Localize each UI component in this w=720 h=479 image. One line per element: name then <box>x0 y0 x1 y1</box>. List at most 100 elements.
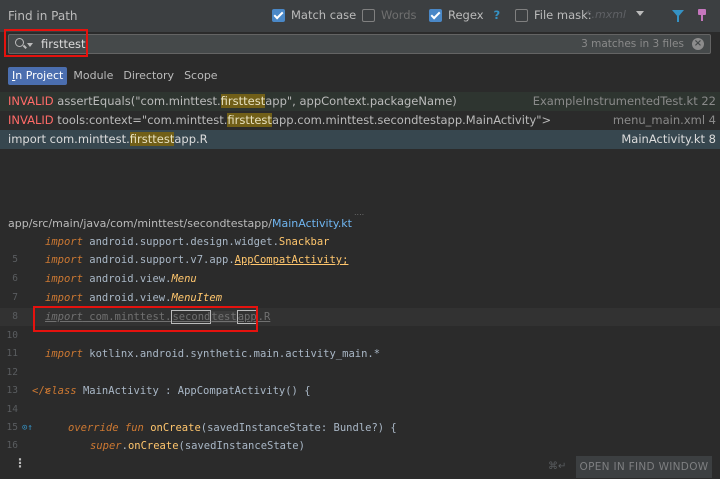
code-text: android.view. <box>82 292 172 304</box>
line-number: 13 <box>6 385 18 396</box>
words-option[interactable]: Words <box>362 8 417 22</box>
tab-scope-label: Scope <box>184 69 218 82</box>
dialog-header: Find in Path Match case Words Regex ? Fi… <box>0 0 720 32</box>
words-label: Words <box>381 8 417 22</box>
code-text: android.support.design.widget. <box>82 236 279 248</box>
keyword: import <box>45 254 83 266</box>
line-number: 10 <box>6 330 18 341</box>
results-list: INVALID assertEquals("com.minttest.first… <box>0 92 720 210</box>
keyword: class <box>45 385 77 397</box>
preview-path-bar: app/src/main/java/com/minttest/secondtes… <box>0 214 720 232</box>
regex-help-icon[interactable]: ? <box>494 8 501 22</box>
words-checkbox[interactable] <box>362 8 375 22</box>
code-class: Menu <box>171 273 197 285</box>
tab-in-project-label: n Project <box>15 69 64 82</box>
line-number: 5 <box>12 254 18 265</box>
result-text-after: app.R <box>174 132 208 146</box>
code-preview[interactable]: import android.support.design.widget.Sna… <box>0 232 720 456</box>
annotation-box-import <box>33 306 258 332</box>
keyword: super <box>90 440 122 452</box>
code-text: kotlinx.android.synthetic.main.activity_… <box>82 348 381 360</box>
open-in-find-window-button[interactable]: OPEN IN FIND WINDOW <box>576 456 712 478</box>
line-number: 7 <box>12 292 18 303</box>
line-number: 11 <box>6 348 18 359</box>
bottom-bar: ⋮ ⌘↵ OPEN IN FIND WINDOW <box>0 456 720 479</box>
code-function: onCreate <box>127 440 179 452</box>
result-row[interactable]: INVALID tools:context="com.minttest.firs… <box>0 111 720 130</box>
match-case-checkbox[interactable] <box>272 8 285 22</box>
code-class: Bundle <box>333 422 372 434</box>
result-file: MainActivity.kt 8 <box>621 132 716 146</box>
preview-file-name: MainActivity.kt <box>271 217 352 230</box>
code-line: 13 </> class MainActivity : AppCompatAct… <box>0 382 720 400</box>
dialog-title: Find in Path <box>8 9 78 23</box>
code-line: 16 super.onCreate(savedInstanceState) <box>0 437 720 455</box>
code-text: : <box>158 385 178 397</box>
code-class: Snackbar <box>278 236 330 248</box>
preview-path: app/src/main/java/com/minttest/secondtes… <box>8 217 272 230</box>
tab-directory-label: Directory <box>123 69 175 82</box>
filter-icon[interactable] <box>672 10 684 22</box>
regex-option[interactable]: Regex ? <box>429 8 500 22</box>
tab-scope[interactable]: Scope <box>180 67 222 85</box>
invalid-marker: INVALID <box>8 113 54 127</box>
override-gutter-icon[interactable]: ⊙↑ <box>22 419 33 437</box>
keyword: import <box>45 236 83 248</box>
code-class: AppCompatActivity <box>177 385 286 397</box>
file-mask-checkbox[interactable] <box>515 8 528 22</box>
code-class: MainActivity <box>82 385 159 397</box>
file-mask-dropdown-icon[interactable] <box>636 11 644 16</box>
pin-icon[interactable] <box>698 9 706 21</box>
result-match: firsttest <box>129 132 175 146</box>
result-match: firsttest <box>220 94 266 108</box>
code-class: MenuItem <box>171 292 223 304</box>
code-text: () { <box>285 385 311 397</box>
clear-search-icon[interactable]: × <box>692 38 704 50</box>
code-text: (savedInstanceState) <box>178 440 305 452</box>
line-number: 12 <box>6 367 18 378</box>
shortcut-hint: ⌘↵ <box>548 461 567 472</box>
code-class: AppCompatActivity; <box>234 254 349 266</box>
line-number: 14 <box>6 404 18 415</box>
regex-label: Regex <box>448 8 484 22</box>
tab-module-label: Module <box>73 69 114 82</box>
code-text: ?) { <box>371 422 397 434</box>
line-number: 16 <box>6 440 18 451</box>
tab-directory[interactable]: Directory <box>119 67 178 85</box>
code-line: 15 ⊙↑ override fun onCreate(savedInstanc… <box>0 419 720 437</box>
code-line: import android.support.design.widget.Sna… <box>0 233 720 251</box>
invalid-marker: INVALID <box>8 94 54 108</box>
file-mask-option[interactable]: File mask: <box>515 8 592 22</box>
match-case-option[interactable]: Match case <box>272 8 356 22</box>
search-field[interactable]: 3 matches in 3 files × <box>8 34 711 54</box>
keyword: import <box>45 292 83 304</box>
code-line: 6 import android.view.Menu <box>0 270 720 288</box>
regex-checkbox[interactable] <box>429 8 442 22</box>
file-mask-input[interactable]: *.mxml <box>586 8 636 21</box>
result-match: firsttest <box>227 113 272 127</box>
result-row-selected[interactable]: import com.minttest.firsttestapp.R MainA… <box>0 130 720 149</box>
match-case-label: Match case <box>291 8 357 22</box>
result-file: ExampleInstrumentedTest.kt 22 <box>532 94 716 108</box>
scope-tabs: In Project Module Directory Scope <box>8 67 222 85</box>
result-text-after: app.com.minttest.secondtestapp.MainActiv… <box>271 113 552 127</box>
code-line: 12 <box>0 364 720 382</box>
keyword: import <box>45 273 83 285</box>
code-text: android.view. <box>82 273 172 285</box>
more-options-icon[interactable]: ⋮ <box>14 457 26 469</box>
annotation-box-search <box>4 29 88 57</box>
result-file: menu_main.xml 4 <box>612 113 716 127</box>
result-row[interactable]: INVALID assertEquals("com.minttest.first… <box>0 92 720 111</box>
result-text-before: assertEquals("com.minttest. <box>53 94 221 108</box>
tab-module[interactable]: Module <box>69 67 117 85</box>
code-text: android.support.v7.app. <box>82 254 235 266</box>
line-number: 15 <box>6 422 18 433</box>
code-text: (savedInstanceState: <box>200 422 334 434</box>
code-function: onCreate <box>150 422 201 434</box>
result-text-before: tools:context="com.minttest. <box>53 113 228 127</box>
tab-in-project[interactable]: In Project <box>8 67 68 85</box>
code-line: 14 <box>0 401 720 419</box>
result-text-before: import com.minttest. <box>8 132 130 146</box>
code-line: 7 import android.view.MenuItem <box>0 289 720 307</box>
result-text-after: app", appContext.packageName) <box>265 94 457 108</box>
